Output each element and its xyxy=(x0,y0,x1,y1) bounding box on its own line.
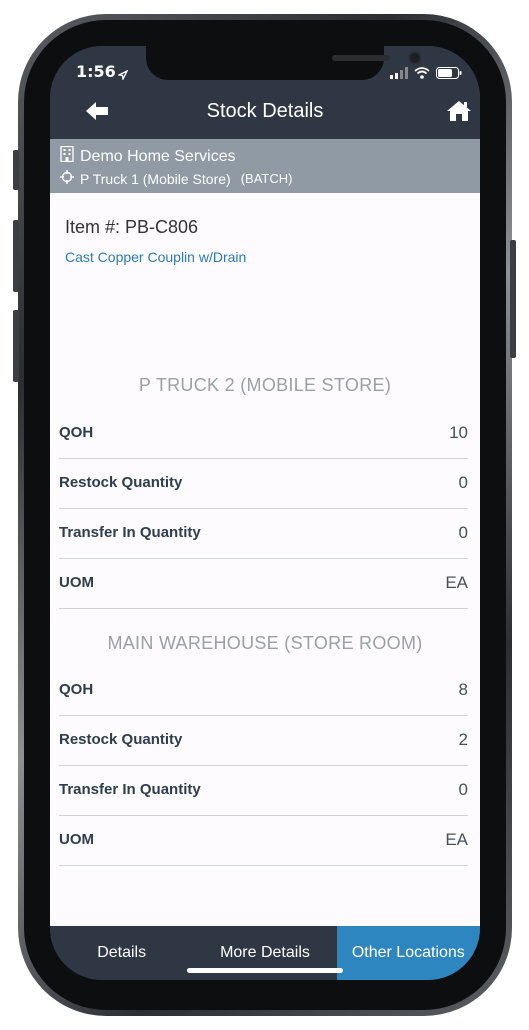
wifi-icon xyxy=(414,64,430,83)
company-name: Demo Home Services xyxy=(80,147,236,165)
company-bar: Demo Home Services P Truck 1 (Mobile Sto… xyxy=(50,139,480,193)
row-label: UOM xyxy=(59,574,94,591)
row-value: 10 xyxy=(449,423,468,442)
store-name: P Truck 1 (Mobile Store) xyxy=(80,170,231,187)
mute-switch xyxy=(13,150,19,190)
page-title: Stock Details xyxy=(206,100,324,122)
volume-up-button xyxy=(13,220,19,292)
store-type: (BATCH) xyxy=(240,171,293,186)
row-value: 0 xyxy=(458,473,468,492)
stock-details-content: Item #: PB-C806 Cast Copper Couplin w/Dr… xyxy=(50,193,480,926)
power-button xyxy=(510,240,516,358)
building-icon xyxy=(60,145,74,167)
speaker-grille xyxy=(332,55,390,61)
table-row: Restock Quantity 0 xyxy=(59,459,468,509)
front-camera xyxy=(408,51,422,65)
signal-icon xyxy=(390,64,408,83)
tab-details[interactable]: Details xyxy=(50,926,193,980)
crosshair-icon xyxy=(60,170,74,187)
volume-down-button xyxy=(13,310,19,382)
row-value: 8 xyxy=(458,680,468,699)
table-row: Restock Quantity 2 xyxy=(59,716,468,766)
row-value: EA xyxy=(445,573,468,592)
row-label: QOH xyxy=(59,424,94,441)
row-label: UOM xyxy=(59,831,94,848)
phone-screen: 1:56 Stock Details Demo Home Services P … xyxy=(50,46,480,980)
table-row: Transfer In Quantity 0 xyxy=(59,509,468,559)
notch xyxy=(146,46,422,80)
location-arrow-icon xyxy=(116,65,129,84)
item-description[interactable]: Cast Copper Couplin w/Drain xyxy=(65,249,246,265)
row-value: EA xyxy=(445,830,468,849)
home-indicator[interactable] xyxy=(187,968,343,973)
company-line: Demo Home Services xyxy=(60,145,236,167)
home-icon[interactable] xyxy=(446,100,472,126)
table-row: QOH 10 xyxy=(59,409,468,459)
row-value: 2 xyxy=(458,730,468,749)
row-label: Restock Quantity xyxy=(59,474,183,491)
nav-bar: Stock Details xyxy=(50,86,480,139)
row-label: Restock Quantity xyxy=(59,731,183,748)
row-label: Transfer In Quantity xyxy=(59,781,201,798)
row-value: 0 xyxy=(458,523,468,542)
status-time: 1:56 xyxy=(76,62,116,81)
table-row: QOH 8 xyxy=(59,666,468,716)
row-label: Transfer In Quantity xyxy=(59,524,201,541)
table-row: Transfer In Quantity 0 xyxy=(59,766,468,816)
item-number: Item #: PB-C806 xyxy=(65,217,199,237)
store-line: P Truck 1 (Mobile Store) (BATCH) xyxy=(60,170,292,187)
location-title: MAIN WAREHOUSE (STORE ROOM) xyxy=(107,633,423,653)
battery-icon xyxy=(436,64,462,83)
status-bar: 1:56 xyxy=(50,46,480,86)
row-label: QOH xyxy=(59,681,94,698)
table-row: UOM EA xyxy=(59,816,468,866)
location-title: P TRUCK 2 (MOBILE STORE) xyxy=(138,375,392,395)
row-value: 0 xyxy=(458,780,468,799)
table-row: UOM EA xyxy=(59,559,468,609)
tab-other-locations[interactable]: Other Locations xyxy=(336,926,480,980)
status-icons xyxy=(390,64,462,83)
